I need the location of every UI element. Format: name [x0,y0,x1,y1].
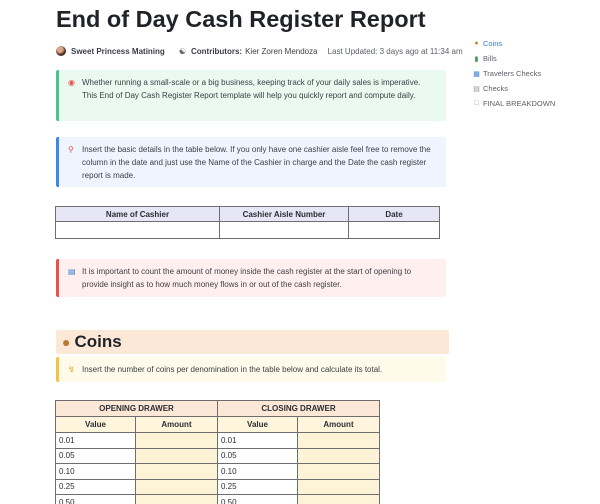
table-row: 0.01 0.01 [55,432,380,449]
amount-cell[interactable] [135,478,218,495]
column-header: Cashier Aisle Number [219,206,349,222]
table-row [55,221,440,239]
coins-heading: ● Coins [56,330,449,354]
receipt-icon: ▤ [473,85,480,93]
amount-cell[interactable] [297,432,380,449]
amount-cell[interactable] [135,463,218,480]
target-icon: ◉ [68,78,75,87]
intro-callout: ◉ Whether running a small-scale or a big… [56,70,446,121]
author-name[interactable]: Sweet Princess Matining [71,47,165,56]
document-icon: □ [474,100,479,107]
details-callout-text: Insert the basic details in the table be… [82,145,431,180]
value-cell[interactable]: 0.25 [217,478,298,495]
count-callout: ▤ It is important to count the amount of… [56,259,446,297]
table-row: 0.50 0.50 [55,494,380,504]
column-header: Value [217,416,298,433]
amount-cell[interactable] [135,432,218,449]
toc-item-travelers-checks[interactable]: ▦ Travelers Checks [472,66,555,81]
column-header: Value [55,416,136,433]
banknote-icon: ▮ [474,55,479,63]
money-bag-icon: ● [62,334,71,350]
drawer-table: OPENING DRAWER CLOSING DRAWER Value Amou… [55,400,380,504]
toc-label: FINAL BREAKDOWN [483,99,556,108]
column-header: Amount [297,416,380,433]
cashier-aisle-cell[interactable] [219,221,349,239]
date-cell[interactable] [348,221,440,239]
amount-cell[interactable] [297,463,380,480]
toc-item-final-breakdown[interactable]: □ FINAL BREAKDOWN [472,96,555,111]
value-cell[interactable]: 0.25 [55,478,136,495]
value-cell[interactable]: 0.50 [217,494,298,504]
toc-label: Travelers Checks [483,69,542,78]
value-cell[interactable]: 0.05 [217,447,298,464]
amount-cell[interactable] [297,447,380,464]
value-cell[interactable]: 0.10 [55,463,136,480]
coins-callout: ↯ Insert the number of coins per denomin… [56,357,446,382]
cashier-table: Name of Cashier Cashier Aisle Number Dat… [55,206,440,239]
closing-drawer-header: CLOSING DRAWER [217,400,380,417]
intro-callout-text: Whether running a small-scale or a big b… [82,78,421,100]
page-title: End of Day Cash Register Report [56,6,426,32]
page-meta: Sweet Princess Matining ☯ Contributors: … [56,44,463,58]
coins-callout-text: Insert the number of coins per denominat… [82,365,383,374]
opening-drawer-header: OPENING DRAWER [55,400,218,417]
contributors-name[interactable]: Kier Zoren Mendoza [245,47,317,56]
last-updated: Last Updated: 3 days ago at 11:34 am [327,46,463,56]
column-header: Date [348,206,440,222]
toc-item-coins[interactable]: ● Coins [472,36,555,51]
contributors-label: Contributors: [190,46,243,56]
money-bag-icon: ● [474,40,479,47]
table-of-contents: ● Coins ▮ Bills ▦ Travelers Checks ▤ Che… [472,36,555,111]
amount-cell[interactable] [297,478,380,495]
value-cell[interactable]: 0.10 [217,463,298,480]
count-callout-text: It is important to count the amount of m… [82,267,412,289]
card-icon: ▦ [473,70,480,78]
table-row: 0.10 0.10 [55,463,380,480]
toc-label: Checks [483,84,509,93]
toc-label: Coins [483,39,503,48]
value-cell[interactable]: 0.50 [55,494,136,504]
contributors-icon: ☯ [178,46,186,56]
toc-label: Bills [483,54,497,63]
lightning-icon: ↯ [68,365,75,374]
table-row: 0.05 0.05 [55,447,380,464]
column-header: Amount [135,416,218,433]
column-header: Name of Cashier [55,206,220,222]
amount-cell[interactable] [135,494,218,504]
details-callout: ⚲ Insert the basic details in the table … [56,137,446,187]
avatar[interactable] [56,46,66,56]
amount-cell[interactable] [135,447,218,464]
toc-item-bills[interactable]: ▮ Bills [472,51,555,66]
pin-icon: ⚲ [68,145,74,154]
value-cell[interactable]: 0.01 [217,432,298,449]
table-row: 0.25 0.25 [55,478,380,495]
toc-item-checks[interactable]: ▤ Checks [472,81,555,96]
chart-icon: ▤ [68,267,76,276]
coins-title: Coins [74,332,122,351]
cashier-name-cell[interactable] [55,221,220,239]
value-cell[interactable]: 0.05 [55,447,136,464]
value-cell[interactable]: 0.01 [55,432,136,449]
amount-cell[interactable] [297,494,380,504]
